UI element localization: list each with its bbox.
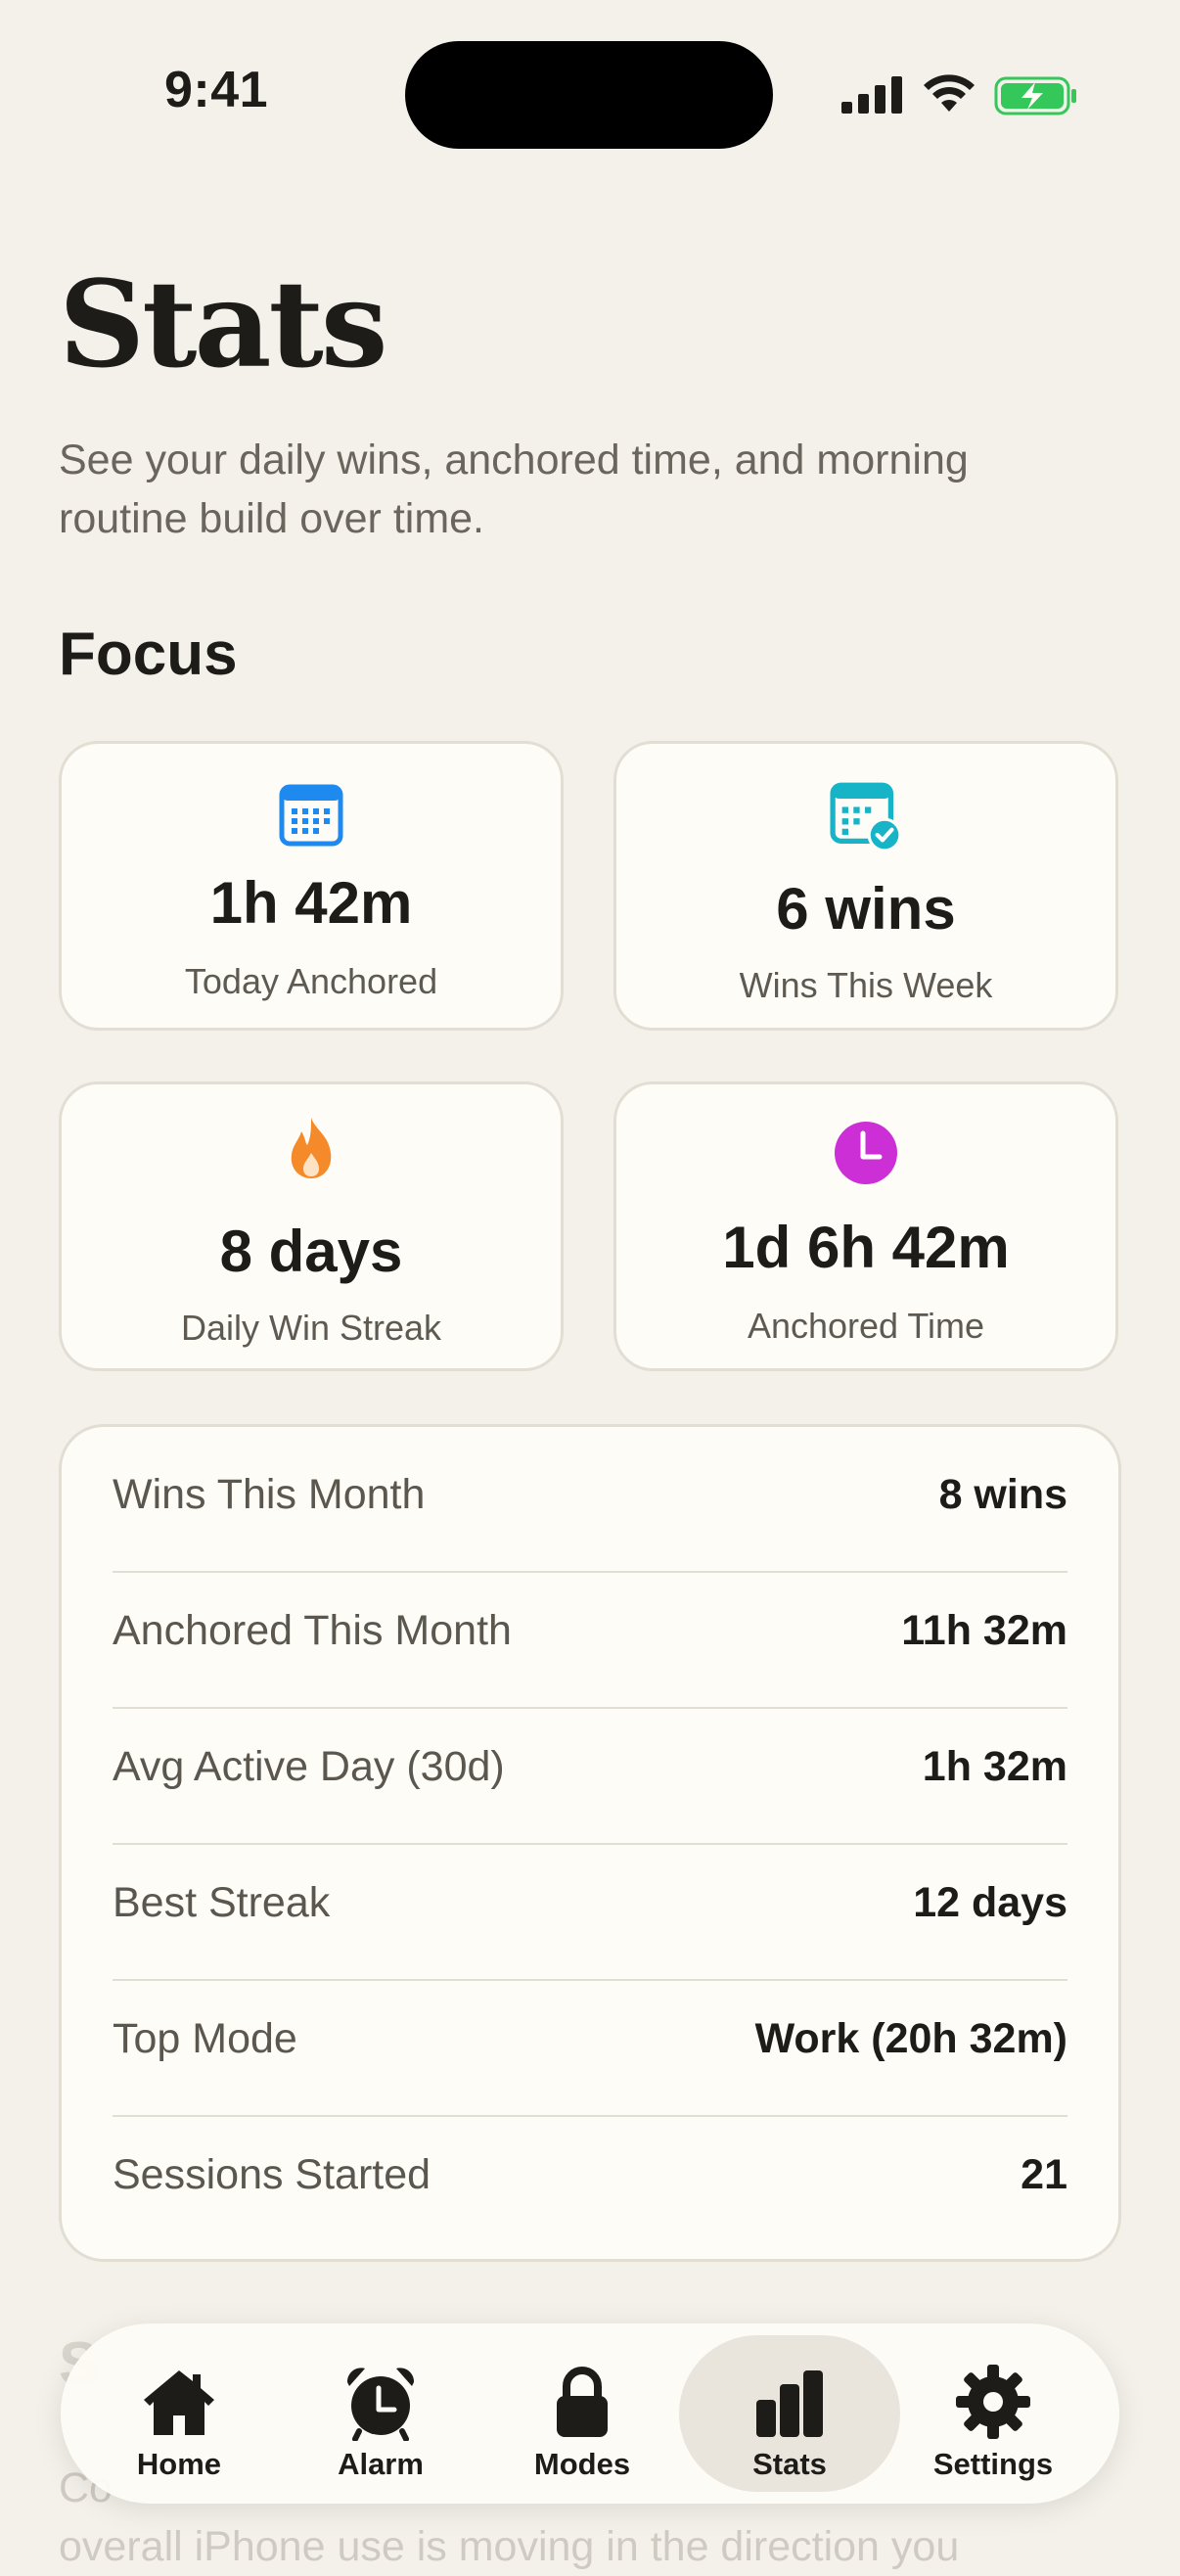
card-anchored-time: 1d 6h 42m Anchored Time [613,1081,1118,1371]
card-value: 1h 42m [209,870,413,936]
card-value: 6 wins [776,876,956,942]
tab-label: Stats [752,2447,827,2481]
stat-value: 1h 32m [922,1743,1067,1790]
page-subtitle: See your daily wins, anchored time, and … [59,437,969,542]
stat-label: Wins This Month [113,1471,426,1518]
card-daily-win-streak: 8 days Daily Win Streak [59,1081,564,1371]
next-section-text-line2: overall iPhone use is moving in the dire… [59,2523,960,2570]
stat-row-sessions-started: Sessions Started 21 [113,2107,1067,2243]
card-label: Wins This Week [739,965,993,1005]
stat-value: 12 days [913,1879,1067,1926]
card-label: Anchored Time [747,1306,985,1346]
alarm-clock-icon [346,2368,415,2441]
tab-stats[interactable]: Stats [679,2335,900,2492]
card-value: 8 days [219,1219,403,1284]
lock-icon [557,2367,608,2437]
card-wins-this-week: 6 wins Wins This Week [613,741,1118,1031]
tab-alarm[interactable]: Alarm [270,2335,491,2492]
stats-list: Wins This Month 8 wins Anchored This Mon… [59,1424,1121,2262]
card-value: 1d 6h 42m [722,1215,1010,1280]
calendar-icon [279,784,343,847]
dynamic-island [405,41,773,149]
status-time: 9:41 [164,62,269,118]
battery-charging-icon [994,76,1076,115]
calendar-check-icon [830,782,902,851]
stat-label: Avg Active Day (30d) [113,1743,505,1790]
flame-icon [291,1118,332,1178]
section-title-focus: Focus [59,621,238,688]
stat-value: 8 wins [938,1471,1067,1518]
stat-row-best-streak: Best Streak 12 days [113,1835,1067,1971]
stat-row-avg-active-day: Avg Active Day (30d) 1h 32m [113,1699,1067,1835]
stat-label: Anchored This Month [113,1607,512,1654]
tab-modes[interactable]: Modes [472,2335,693,2492]
bar-chart-icon [756,2370,823,2437]
stat-label: Best Streak [113,1879,331,1926]
stat-value: Work (20h 32m) [754,2015,1067,2062]
card-today-anchored: 1h 42m Today Anchored [59,741,564,1031]
clock-icon [835,1122,897,1184]
stat-label: Sessions Started [113,2151,431,2198]
cellular-signal-icon [841,76,902,114]
tab-home[interactable]: Home [68,2335,290,2492]
stat-row-top-mode: Top Mode Work (20h 32m) [113,1971,1067,2107]
stat-label: Top Mode [113,2015,297,2062]
tab-label: Settings [932,2447,1054,2481]
card-label: Today Anchored [184,961,438,1001]
wifi-icon [924,74,975,112]
tab-bar: Home Alarm Modes Stats Settings [61,2323,1119,2504]
tab-label: Modes [533,2447,631,2481]
stat-value: 11h 32m [901,1607,1067,1654]
stat-value: 21 [1021,2151,1067,2198]
tab-label: Alarm [338,2447,424,2481]
stat-row-wins-this-month: Wins This Month 8 wins [113,1427,1067,1563]
home-icon [144,2370,214,2435]
tab-settings[interactable]: Settings [883,2335,1104,2492]
card-label: Daily Win Streak [180,1308,442,1348]
tab-label: Home [136,2447,222,2481]
page-title: Stats [59,253,388,394]
stat-row-anchored-this-month: Anchored This Month 11h 32m [113,1563,1067,1699]
gear-icon [956,2365,1030,2439]
